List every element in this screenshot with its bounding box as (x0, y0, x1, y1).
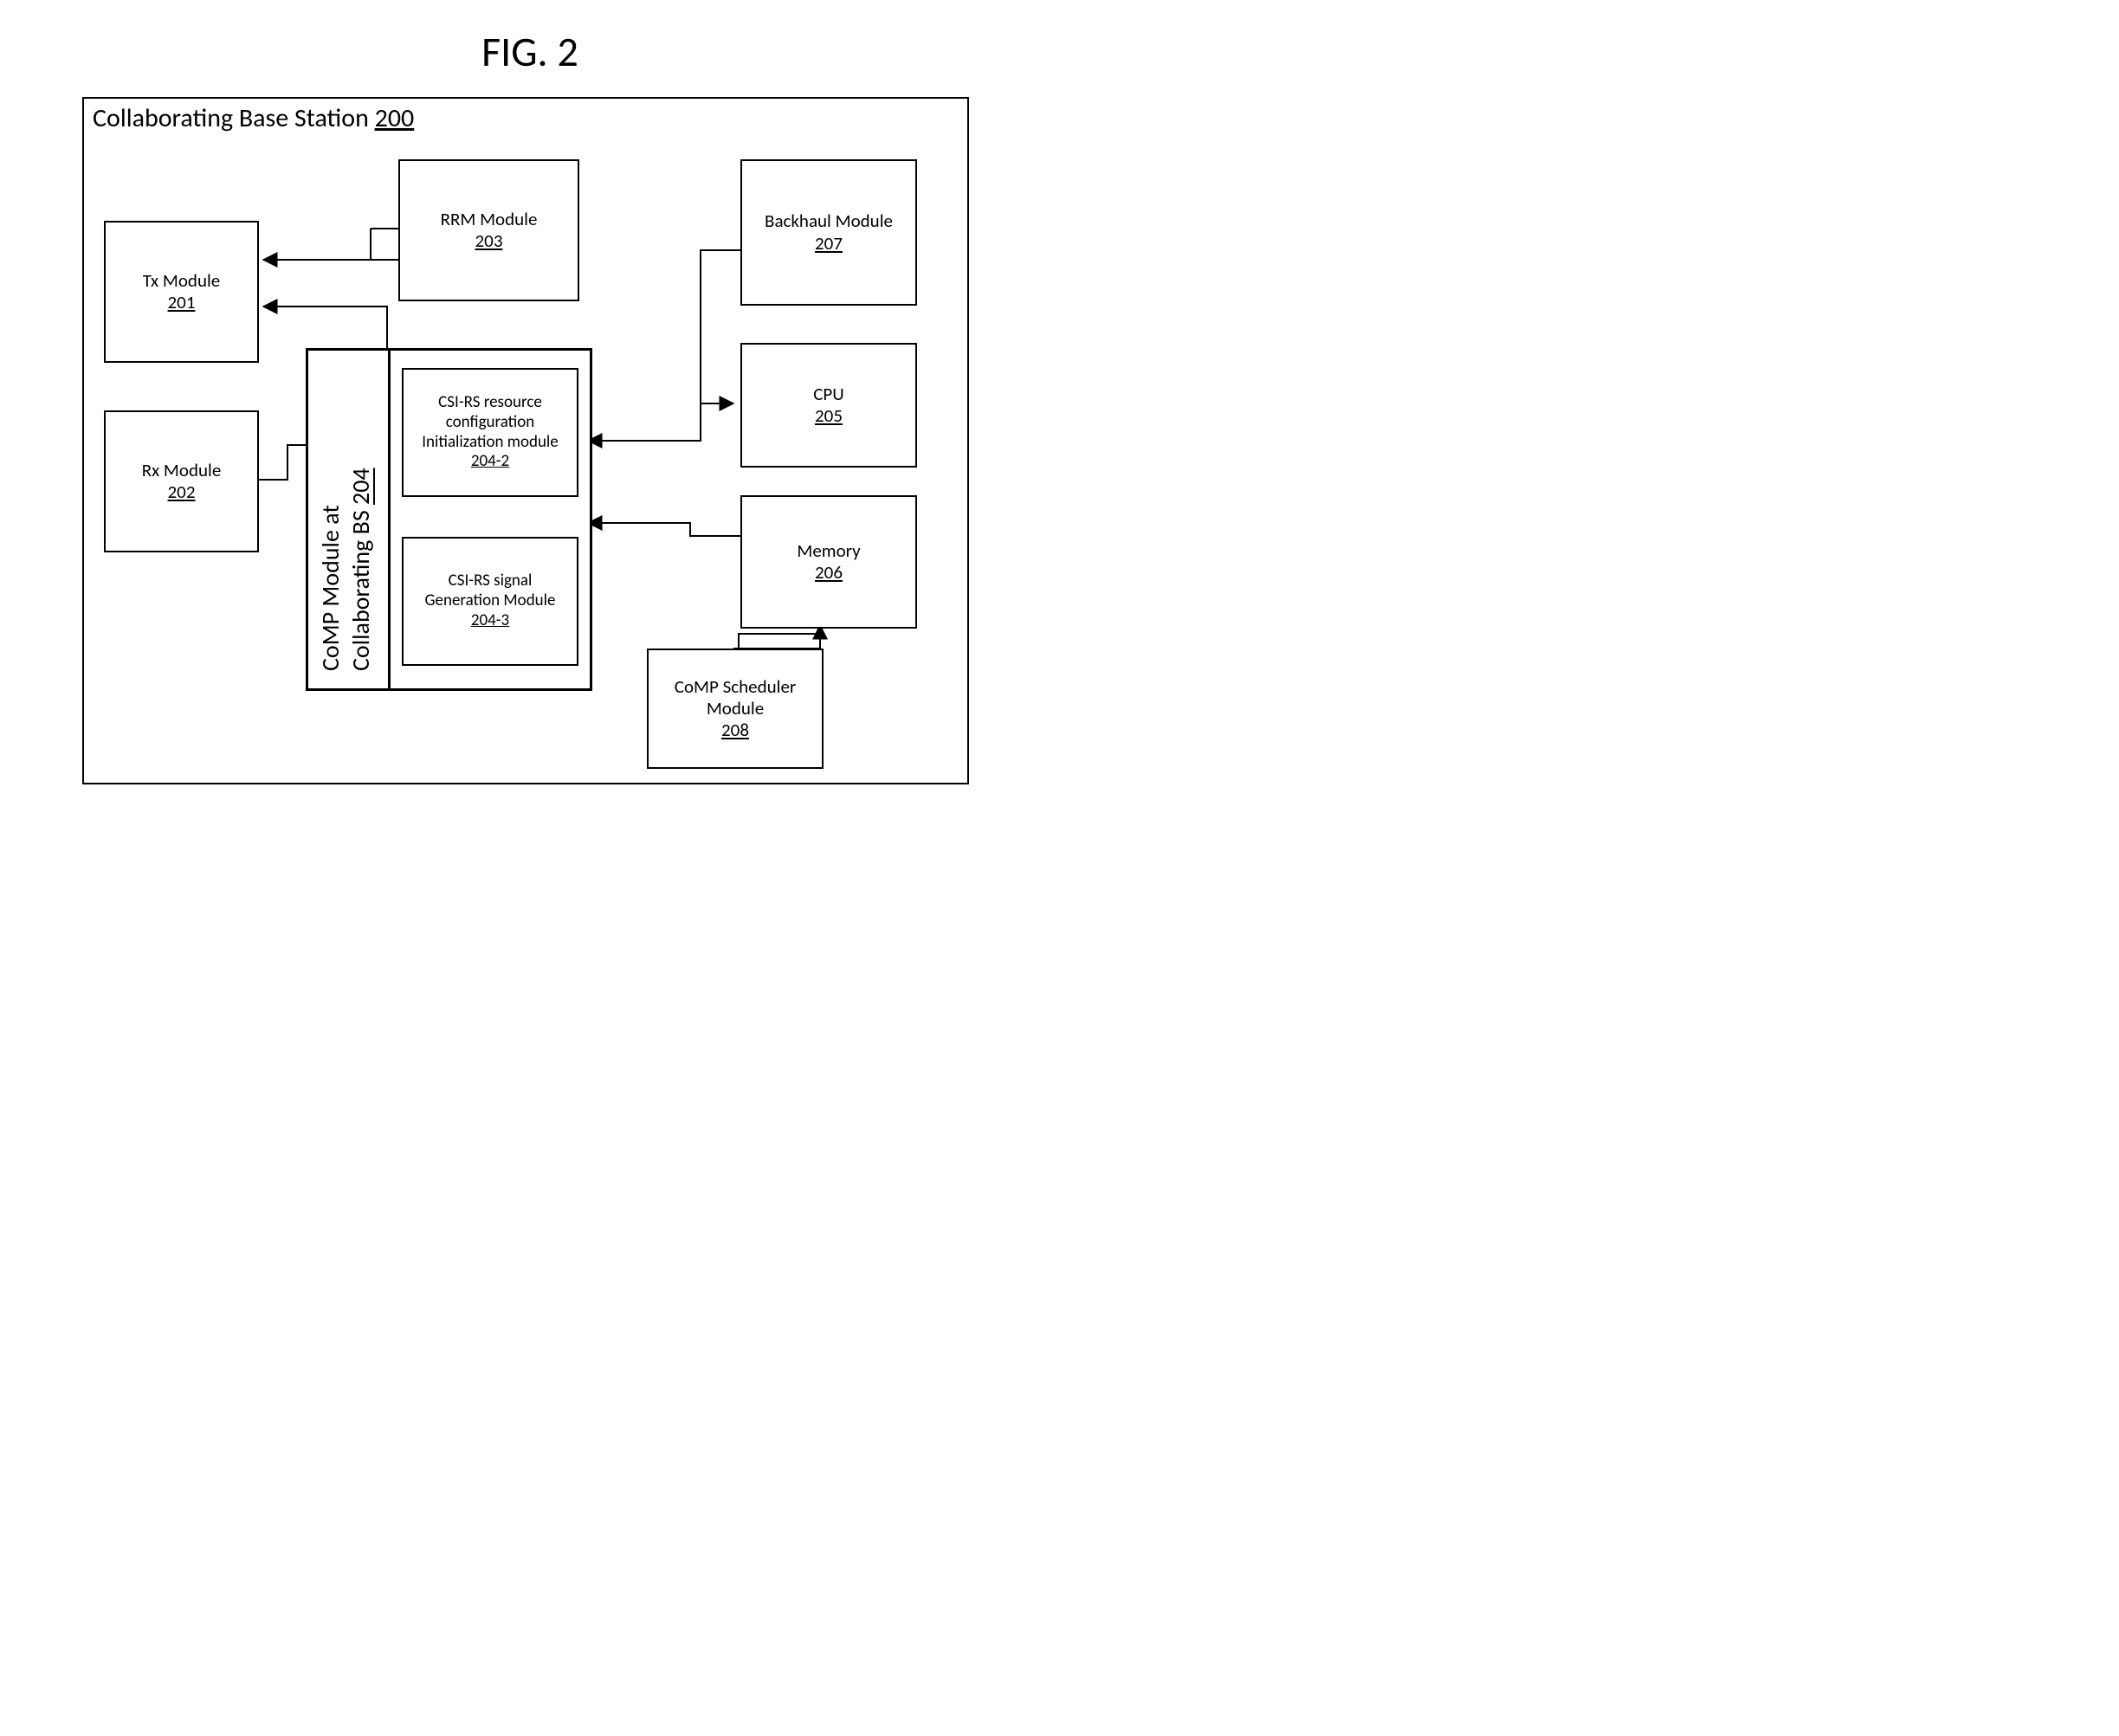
block-csi-config: CSI-RS resource configuration Initializa… (402, 368, 578, 497)
block-tx-label: Tx Module (143, 270, 221, 292)
block-tx-num: 201 (168, 292, 196, 313)
block-tx-module: Tx Module 201 (104, 221, 259, 363)
block-csi-config-line2: configuration (446, 413, 535, 433)
outer-title-num: 200 (375, 102, 415, 134)
outer-container: Collaborating Base Station 200 (82, 97, 969, 784)
block-csi-gen-line2: Generation Module (425, 591, 556, 611)
block-comp-module-container: CoMP Module at Collaborating BS 204 CSI-… (306, 348, 592, 691)
block-backhaul-label: Backhaul Module (765, 210, 893, 232)
block-rrm-module: RRM Module 203 (398, 159, 579, 301)
block-rx-num: 202 (168, 481, 196, 503)
outer-title: Collaborating Base Station 200 (93, 102, 414, 134)
block-rrm-label: RRM Module (441, 209, 538, 230)
block-memory: Memory 206 (740, 495, 917, 629)
block-sched-num: 208 (721, 720, 749, 741)
block-sched-line1: CoMP Scheduler (675, 676, 797, 698)
block-csi-config-line3: Initialization module (422, 433, 559, 453)
figure-title: FIG. 2 (0, 26, 1060, 77)
block-comp-label: CoMP Module at Collaborating BS 204 (315, 368, 376, 671)
block-cpu: CPU 205 (740, 343, 917, 468)
block-rrm-num: 203 (475, 230, 503, 252)
block-backhaul-module: Backhaul Module 207 (740, 159, 917, 306)
block-sched-line2: Module (707, 698, 764, 720)
block-csi-config-num: 204-2 (471, 452, 509, 472)
block-csi-gen-num: 204-3 (471, 611, 509, 631)
block-csi-config-line1: CSI-RS resource (438, 393, 542, 413)
block-memory-num: 206 (815, 562, 843, 584)
block-csi-gen: CSI-RS signal Generation Module 204-3 (402, 537, 578, 666)
outer-title-text: Collaborating Base Station (93, 102, 375, 134)
block-rx-label: Rx Module (142, 460, 222, 481)
block-comp-scheduler: CoMP Scheduler Module 208 (647, 649, 824, 769)
block-csi-gen-line1: CSI-RS signal (449, 571, 533, 591)
block-cpu-label: CPU (813, 384, 844, 405)
block-rx-module: Rx Module 202 (104, 410, 259, 552)
block-memory-label: Memory (797, 540, 860, 562)
block-comp-label-line2: Collaborating BS (346, 505, 376, 671)
block-comp-label-line1: CoMP Module at (315, 505, 346, 671)
block-comp-num: 204 (346, 468, 376, 505)
diagram-page: FIG. 2 Collaborating Base Station 200 (0, 0, 1060, 868)
block-backhaul-num: 207 (815, 233, 843, 255)
block-cpu-num: 205 (815, 405, 843, 427)
